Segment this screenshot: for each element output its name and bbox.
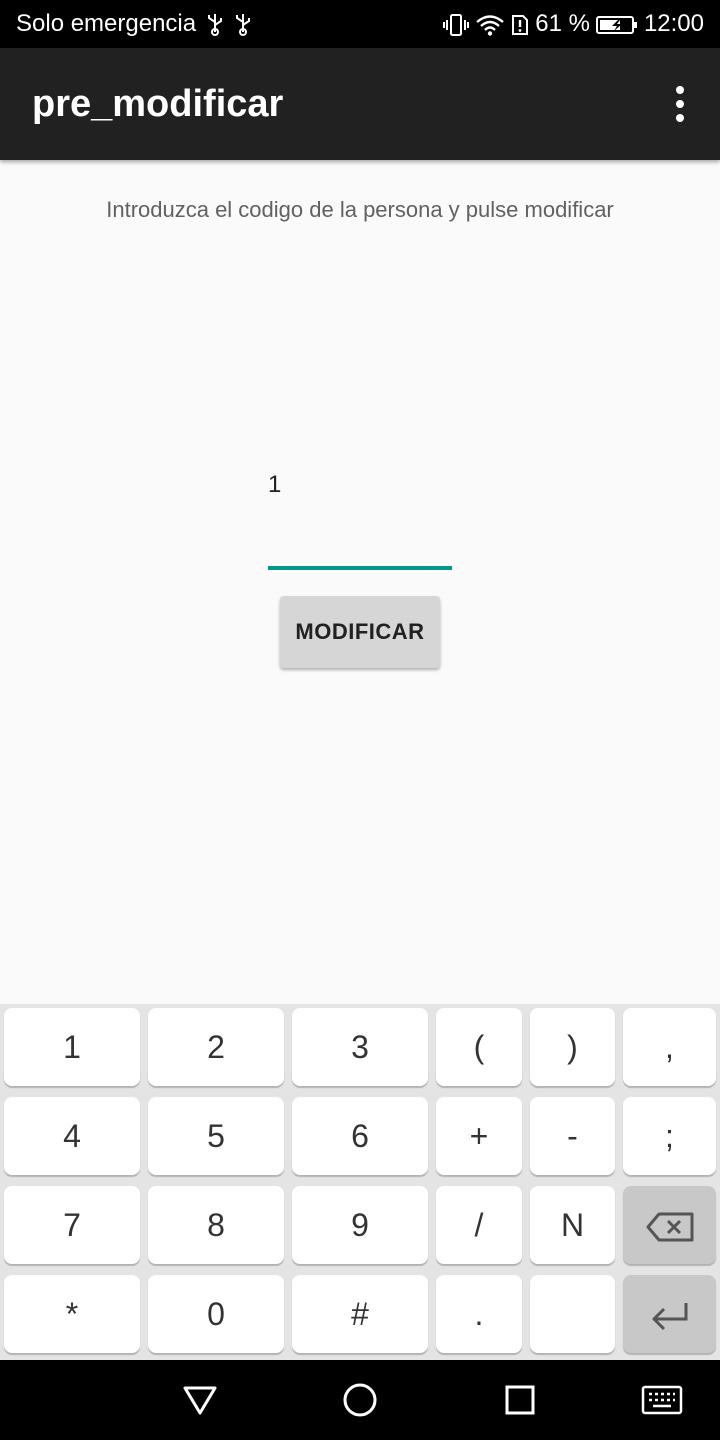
key-n[interactable]: N xyxy=(530,1186,615,1264)
key-2[interactable]: 2 xyxy=(148,1008,284,1086)
enter-key[interactable] xyxy=(623,1275,716,1353)
key-8[interactable]: 8 xyxy=(148,1186,284,1264)
code-input-value: 1 xyxy=(268,471,282,498)
instruction-text: Introduzca el codigo de la persona y pul… xyxy=(106,197,614,222)
battery-percent: 61 % xyxy=(535,10,590,37)
key-close-paren[interactable]: ) xyxy=(530,1008,615,1086)
battery-charging-icon xyxy=(595,8,638,40)
key-plus[interactable]: + xyxy=(436,1097,522,1175)
key-hash[interactable]: # xyxy=(292,1275,428,1353)
key-7[interactable]: 7 xyxy=(4,1186,140,1264)
overflow-dot xyxy=(676,114,684,122)
back-icon[interactable] xyxy=(180,1380,220,1420)
modify-button[interactable]: MODIFICAR xyxy=(280,596,440,668)
key-4[interactable]: 4 xyxy=(4,1097,140,1175)
key-1[interactable]: 1 xyxy=(4,1008,140,1086)
vibrate-icon xyxy=(443,8,470,40)
key-minus[interactable]: - xyxy=(530,1097,615,1175)
usb-icon xyxy=(206,12,224,36)
alert-icon xyxy=(511,8,529,40)
overflow-dot xyxy=(676,100,684,108)
backspace-icon xyxy=(645,1207,695,1244)
app-title: pre_modificar xyxy=(32,83,284,125)
status-bar-right: 61 % 12:00 xyxy=(437,8,704,40)
keyboard-switch-icon[interactable] xyxy=(640,1380,684,1420)
backspace-key[interactable] xyxy=(623,1186,716,1264)
key-6[interactable]: 6 xyxy=(292,1097,428,1175)
home-icon[interactable] xyxy=(340,1380,380,1420)
app-bar: pre_modificar xyxy=(0,48,720,160)
key-3[interactable]: 3 xyxy=(292,1008,428,1086)
key-open-paren[interactable]: ( xyxy=(436,1008,522,1086)
wifi-icon xyxy=(475,8,505,40)
key-period[interactable]: . xyxy=(436,1275,522,1353)
recents-icon[interactable] xyxy=(500,1380,540,1420)
key-asterisk[interactable]: * xyxy=(4,1275,140,1353)
key-semicolon[interactable]: ; xyxy=(623,1097,716,1175)
more-vert-icon[interactable] xyxy=(660,80,700,128)
usb-icon xyxy=(234,12,252,36)
navigation-bar xyxy=(0,1360,720,1440)
code-input-underline xyxy=(268,566,452,570)
clock: 12:00 xyxy=(643,10,704,37)
status-bar-left: Solo emergencia xyxy=(16,8,252,40)
key-comma[interactable]: , xyxy=(623,1008,716,1086)
key-0[interactable]: 0 xyxy=(148,1275,284,1353)
carrier-label: Solo emergencia xyxy=(16,10,197,37)
key-9[interactable]: 9 xyxy=(292,1186,428,1264)
overflow-dot xyxy=(676,86,684,94)
key-slash[interactable]: / xyxy=(436,1186,522,1264)
status-bar: Solo emergencia 61 % 12:00 xyxy=(0,0,720,48)
code-input[interactable]: 1 xyxy=(268,462,452,570)
enter-icon xyxy=(648,1295,692,1333)
numeric-keyboard: 1 2 3 ( ) , 4 5 6 + - ; 7 8 9 / N * 0 # … xyxy=(0,1004,720,1360)
key-5[interactable]: 5 xyxy=(148,1097,284,1175)
key-space[interactable] xyxy=(530,1275,615,1353)
